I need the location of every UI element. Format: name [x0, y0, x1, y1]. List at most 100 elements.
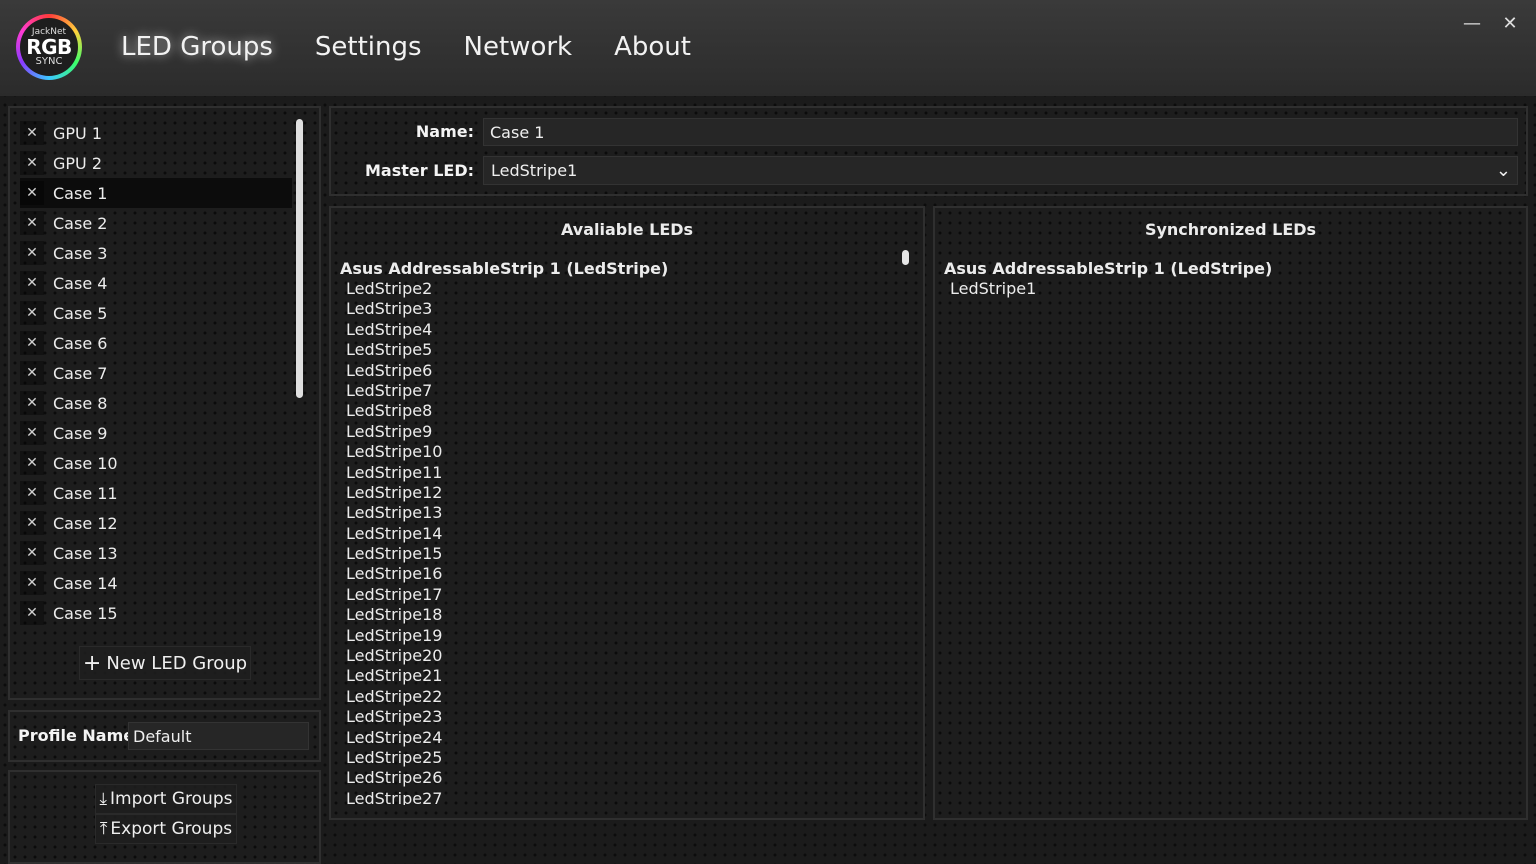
led-list-item[interactable]: LedStripe1: [944, 279, 1504, 299]
remove-group-icon[interactable]: ✕: [20, 301, 44, 325]
nav-about[interactable]: About: [593, 26, 712, 68]
led-list-item[interactable]: LedStripe9: [340, 422, 900, 442]
new-led-group-button[interactable]: + New LED Group: [79, 646, 251, 680]
led-list-item[interactable]: LedStripe26: [340, 768, 900, 788]
group-label: Case 11: [53, 483, 118, 503]
group-row[interactable]: ✕ Case 2: [20, 208, 292, 238]
group-list: ✕ GPU 1 ✕ GPU 2 ✕ Case 1 ✕ Case 2 ✕ Case 3 ✕ Case 4…: [20, 118, 292, 628]
led-list-item[interactable]: LedStripe2: [340, 279, 900, 299]
master-led-select[interactable]: LedStripe1 ⌄: [483, 156, 1518, 185]
group-label: Case 14: [53, 573, 118, 593]
led-list-item[interactable]: LedStripe20: [340, 646, 900, 666]
synchronized-leds-list: Asus AddressableStrip 1 (LedStripe) LedS…: [944, 259, 1504, 299]
group-label: Case 13: [53, 543, 118, 563]
export-groups-label: Export Groups: [110, 819, 233, 839]
led-list-item[interactable]: LedStripe14: [340, 524, 900, 544]
group-row[interactable]: ✕ Case 1: [20, 178, 292, 208]
group-row[interactable]: ✕ Case 11: [20, 478, 292, 508]
logo-text-main: RGB: [26, 34, 72, 59]
remove-group-icon[interactable]: ✕: [20, 481, 44, 505]
name-input[interactable]: Case 1: [483, 118, 1518, 146]
group-label: Case 9: [53, 423, 108, 443]
led-list-item[interactable]: LedStripe25: [340, 748, 900, 768]
remove-group-icon[interactable]: ✕: [20, 211, 44, 235]
led-list-item[interactable]: LedStripe3: [340, 299, 900, 319]
led-list-item[interactable]: LedStripe4: [340, 320, 900, 340]
remove-group-icon[interactable]: ✕: [20, 391, 44, 415]
remove-group-icon[interactable]: ✕: [20, 571, 44, 595]
led-list-item[interactable]: LedStripe22: [340, 687, 900, 707]
group-row[interactable]: ✕ Case 4: [20, 268, 292, 298]
remove-group-icon[interactable]: ✕: [20, 511, 44, 535]
group-row[interactable]: ✕ Case 15: [20, 598, 292, 628]
led-list-item[interactable]: LedStripe15: [340, 544, 900, 564]
close-icon[interactable]: ✕: [1499, 12, 1521, 36]
group-label: Case 8: [53, 393, 108, 413]
led-list-item[interactable]: LedStripe17: [340, 585, 900, 605]
nav-network[interactable]: Network: [443, 26, 594, 68]
nav-settings[interactable]: Settings: [294, 26, 443, 68]
remove-group-icon[interactable]: ✕: [20, 121, 44, 145]
group-row[interactable]: ✕ Case 10: [20, 448, 292, 478]
import-groups-label: Import Groups: [110, 789, 233, 809]
remove-group-icon[interactable]: ✕: [20, 541, 44, 565]
led-list-item[interactable]: LedStripe8: [340, 401, 900, 421]
group-label: GPU 2: [53, 153, 103, 173]
group-row[interactable]: ✕ Case 7: [20, 358, 292, 388]
led-list-item[interactable]: LedStripe27: [340, 789, 900, 805]
available-items: LedStripe2 LedStripe3 LedStripe4 LedStripe5…: [340, 279, 900, 805]
chevron-down-icon: ⌄: [1495, 159, 1511, 181]
profile-name-input[interactable]: Default: [128, 722, 309, 750]
remove-group-icon[interactable]: ✕: [20, 271, 44, 295]
app-logo: JackNet RGB SYNC: [16, 14, 82, 80]
group-label: Case 2: [53, 213, 108, 233]
export-groups-button[interactable]: ⤒ Export Groups: [95, 814, 237, 844]
led-list-item[interactable]: LedStripe16: [340, 564, 900, 584]
synchronized-items: LedStripe1: [944, 279, 1504, 299]
group-list-scrollbar[interactable]: [296, 119, 303, 398]
minimize-icon[interactable]: —: [1461, 12, 1483, 36]
led-list-item[interactable]: LedStripe23: [340, 707, 900, 727]
led-list-item[interactable]: LedStripe21: [340, 666, 900, 686]
remove-group-icon[interactable]: ✕: [20, 241, 44, 265]
led-list-item[interactable]: LedStripe12: [340, 483, 900, 503]
led-list-item[interactable]: LedStripe13: [340, 503, 900, 523]
remove-group-icon[interactable]: ✕: [20, 451, 44, 475]
available-device-header: Asus AddressableStrip 1 (LedStripe): [340, 259, 669, 278]
group-row[interactable]: ✕ Case 5: [20, 298, 292, 328]
led-list-item[interactable]: LedStripe6: [340, 361, 900, 381]
remove-group-icon[interactable]: ✕: [20, 601, 44, 625]
available-leds-title: Avaliable LEDs: [560, 220, 694, 239]
remove-group-icon[interactable]: ✕: [20, 181, 44, 205]
led-list-item[interactable]: LedStripe19: [340, 626, 900, 646]
group-label: Case 7: [53, 363, 108, 383]
available-leds-scrollbar[interactable]: [902, 250, 909, 265]
remove-group-icon[interactable]: ✕: [20, 331, 44, 355]
name-value: Case 1: [490, 122, 545, 142]
group-row[interactable]: ✕ Case 12: [20, 508, 292, 538]
remove-group-icon[interactable]: ✕: [20, 421, 44, 445]
import-groups-button[interactable]: ⤓ Import Groups: [95, 784, 237, 814]
led-list-item[interactable]: LedStripe5: [340, 340, 900, 360]
led-list-item[interactable]: LedStripe18: [340, 605, 900, 625]
group-row[interactable]: ✕ Case 8: [20, 388, 292, 418]
remove-group-icon[interactable]: ✕: [20, 361, 44, 385]
group-row[interactable]: ✕ Case 14: [20, 568, 292, 598]
group-row[interactable]: ✕ Case 6: [20, 328, 292, 358]
led-list-item[interactable]: LedStripe7: [340, 381, 900, 401]
group-label: Case 4: [53, 273, 108, 293]
nav-led-groups[interactable]: LED Groups: [100, 26, 294, 68]
group-row[interactable]: ✕ Case 3: [20, 238, 292, 268]
synchronized-device-header: Asus AddressableStrip 1 (LedStripe): [944, 259, 1273, 278]
led-list-item[interactable]: LedStripe24: [340, 728, 900, 748]
group-label: Case 1: [53, 183, 108, 203]
available-leds-panel: Avaliable LEDs Asus AddressableStrip 1 (…: [329, 206, 925, 820]
led-list-item[interactable]: LedStripe11: [340, 463, 900, 483]
group-row[interactable]: ✕ Case 13: [20, 538, 292, 568]
group-row[interactable]: ✕ GPU 2: [20, 148, 292, 178]
group-row[interactable]: ✕ Case 9: [20, 418, 292, 448]
led-list-item[interactable]: LedStripe10: [340, 442, 900, 462]
synchronized-leds-panel: Synchronized LEDs Asus AddressableStrip …: [933, 206, 1528, 820]
group-row[interactable]: ✕ GPU 1: [20, 118, 292, 148]
remove-group-icon[interactable]: ✕: [20, 151, 44, 175]
